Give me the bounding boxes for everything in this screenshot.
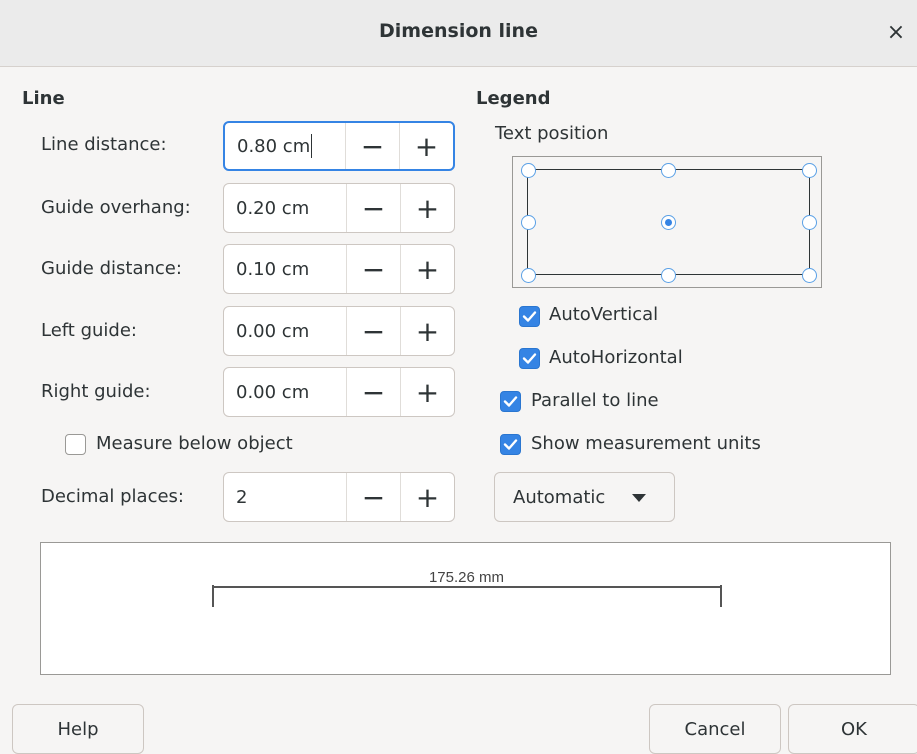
units-dropdown[interactable]: Automatic — [494, 472, 675, 522]
position-middle-right-radio[interactable] — [802, 215, 817, 230]
position-top-right-radio[interactable] — [802, 163, 817, 178]
guide-overhang-spinner[interactable]: 0.20 cm − + — [223, 183, 455, 233]
dimension-line-graphic — [212, 585, 722, 607]
ok-button[interactable]: OK — [788, 704, 917, 754]
checkmark-icon — [522, 311, 537, 322]
position-middle-left-radio[interactable] — [521, 215, 536, 230]
show-units-label[interactable]: Show measurement units — [531, 433, 761, 454]
checkmark-icon — [522, 353, 537, 364]
line-distance-label: Line distance: — [41, 134, 167, 155]
right-guide-label: Right guide: — [41, 381, 151, 402]
auto-vertical-label[interactable]: AutoVertical — [549, 304, 658, 325]
triangle-down-icon — [632, 494, 646, 502]
measure-below-checkbox[interactable] — [65, 434, 86, 455]
auto-vertical-checkbox[interactable] — [519, 306, 540, 327]
guide-overhang-input[interactable]: 0.20 cm — [224, 184, 346, 232]
line-section-title: Line — [22, 88, 65, 109]
auto-horizontal-label[interactable]: AutoHorizontal — [549, 347, 683, 368]
position-bottom-left-radio[interactable] — [521, 268, 536, 283]
left-guide-input[interactable]: 0.00 cm — [224, 307, 346, 355]
show-units-checkbox[interactable] — [500, 434, 521, 455]
decimal-places-increment-button[interactable]: + — [400, 473, 454, 521]
guide-distance-increment-button[interactable]: + — [400, 245, 454, 293]
position-top-center-radio[interactable] — [661, 163, 676, 178]
left-guide-label: Left guide: — [41, 320, 137, 341]
guide-overhang-increment-button[interactable]: + — [400, 184, 454, 232]
close-button[interactable]: × — [881, 16, 911, 50]
decimal-places-label: Decimal places: — [41, 486, 184, 507]
position-top-left-radio[interactable] — [521, 163, 536, 178]
parallel-to-line-checkbox[interactable] — [500, 391, 521, 412]
position-bottom-right-radio[interactable] — [802, 268, 817, 283]
right-guide-spinner[interactable]: 0.00 cm − + — [223, 367, 455, 417]
help-button[interactable]: Help — [12, 704, 144, 754]
line-distance-decrement-button[interactable]: − — [345, 123, 399, 169]
measure-below-label[interactable]: Measure below object — [96, 433, 293, 454]
text-position-label: Text position — [495, 123, 609, 144]
left-guide-spinner[interactable]: 0.00 cm − + — [223, 306, 455, 356]
decimal-places-input[interactable]: 2 — [224, 473, 346, 521]
legend-section-title: Legend — [476, 88, 551, 109]
guide-distance-decrement-button[interactable]: − — [346, 245, 400, 293]
auto-horizontal-checkbox[interactable] — [519, 348, 540, 369]
dimension-preview: 175.26 mm — [40, 542, 891, 675]
checkmark-icon — [503, 396, 518, 407]
position-center-radio[interactable] — [661, 215, 676, 230]
right-guide-decrement-button[interactable]: − — [346, 368, 400, 416]
position-bottom-center-radio[interactable] — [661, 268, 676, 283]
guide-distance-input[interactable]: 0.10 cm — [224, 245, 346, 293]
right-guide-increment-button[interactable]: + — [400, 368, 454, 416]
guide-overhang-decrement-button[interactable]: − — [346, 184, 400, 232]
dialog-title: Dimension line — [379, 20, 538, 42]
units-dropdown-value: Automatic — [513, 486, 606, 508]
guide-distance-label: Guide distance: — [41, 258, 182, 279]
line-distance-input[interactable]: 0.80 cm — [225, 123, 345, 169]
left-guide-increment-button[interactable]: + — [400, 307, 454, 355]
left-guide-decrement-button[interactable]: − — [346, 307, 400, 355]
parallel-to-line-label[interactable]: Parallel to line — [531, 390, 659, 411]
decimal-places-decrement-button[interactable]: − — [346, 473, 400, 521]
line-distance-spinner[interactable]: 0.80 cm − + — [223, 121, 455, 171]
cancel-button[interactable]: Cancel — [649, 704, 781, 754]
line-distance-increment-button[interactable]: + — [399, 123, 453, 169]
guide-distance-spinner[interactable]: 0.10 cm − + — [223, 244, 455, 294]
text-position-selector — [512, 156, 822, 288]
right-guide-input[interactable]: 0.00 cm — [224, 368, 346, 416]
checkmark-icon — [503, 439, 518, 450]
guide-overhang-label: Guide overhang: — [41, 197, 191, 218]
title-bar: Dimension line × — [0, 0, 917, 67]
decimal-places-spinner[interactable]: 2 − + — [223, 472, 455, 522]
